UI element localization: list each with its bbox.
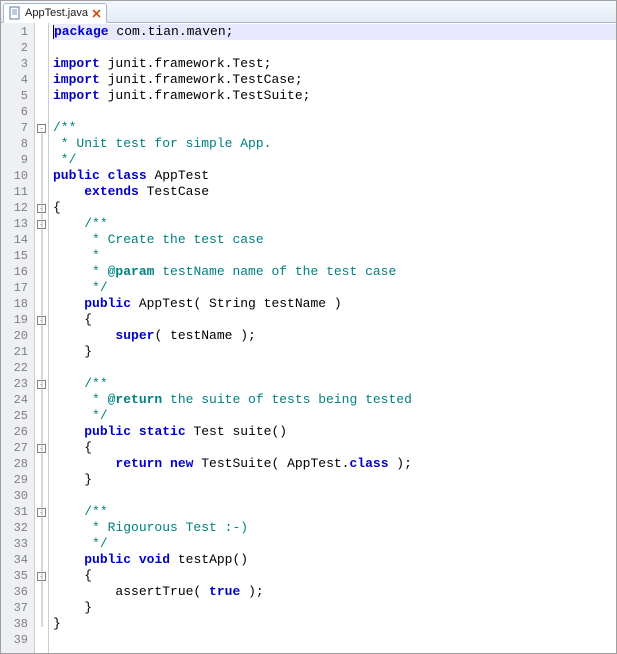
code-line: extends TestCase <box>53 184 616 200</box>
code-line: * Create the test case <box>53 232 616 248</box>
code-line: /** <box>53 376 616 392</box>
editor-tab[interactable]: AppTest.java <box>3 3 107 23</box>
line-number: 28 <box>1 456 34 472</box>
fold-row <box>35 72 48 88</box>
code-line: /** <box>53 120 616 136</box>
code-line: public AppTest( String testName ) <box>53 296 616 312</box>
line-number: 33 <box>1 536 34 552</box>
line-number: 1 <box>1 24 34 40</box>
line-number: 26 <box>1 424 34 440</box>
line-number: 5 <box>1 88 34 104</box>
line-number: 15 <box>1 248 34 264</box>
code-line: { <box>53 200 616 216</box>
code-line: return new TestSuite( AppTest.class ); <box>53 456 616 472</box>
fold-row <box>35 104 48 120</box>
line-number: 2 <box>1 40 34 56</box>
fold-row <box>35 88 48 104</box>
line-number: 36 <box>1 584 34 600</box>
code-line <box>53 40 616 56</box>
line-number: 29 <box>1 472 34 488</box>
line-number: 37 <box>1 600 34 616</box>
code-line: */ <box>53 408 616 424</box>
line-number: 30 <box>1 488 34 504</box>
line-number: 12 <box>1 200 34 216</box>
java-file-icon <box>8 6 22 20</box>
line-number: 25 <box>1 408 34 424</box>
line-number: 31 <box>1 504 34 520</box>
code-line: import junit.framework.TestCase; <box>53 72 616 88</box>
code-line: /** <box>53 216 616 232</box>
code-line: * Rigourous Test :-) <box>53 520 616 536</box>
code-line: public static Test suite() <box>53 424 616 440</box>
code-line: * Unit test for simple App. <box>53 136 616 152</box>
code-line: * @param testName name of the test case <box>53 264 616 280</box>
line-number: 19 <box>1 312 34 328</box>
line-number: 13 <box>1 216 34 232</box>
code-editor[interactable]: 1234567891011121314151617181920212223242… <box>1 23 616 653</box>
code-line: { <box>53 312 616 328</box>
line-number: 27 <box>1 440 34 456</box>
line-number: 16 <box>1 264 34 280</box>
code-line: import junit.framework.TestSuite; <box>53 88 616 104</box>
code-line: } <box>53 344 616 360</box>
line-number: 4 <box>1 72 34 88</box>
line-number: 32 <box>1 520 34 536</box>
line-number: 9 <box>1 152 34 168</box>
code-line: assertTrue( true ); <box>53 584 616 600</box>
code-line: * <box>53 248 616 264</box>
code-line: */ <box>53 152 616 168</box>
line-number: 3 <box>1 56 34 72</box>
line-number: 20 <box>1 328 34 344</box>
line-number: 35 <box>1 568 34 584</box>
code-line: import junit.framework.Test; <box>53 56 616 72</box>
fold-row <box>35 56 48 72</box>
line-number: 11 <box>1 184 34 200</box>
fold-column: -------- <box>35 23 49 653</box>
code-line <box>53 488 616 504</box>
code-line <box>53 104 616 120</box>
line-number: 34 <box>1 552 34 568</box>
code-line: /** <box>53 504 616 520</box>
line-number: 23 <box>1 376 34 392</box>
fold-row <box>35 40 48 56</box>
code-line: public class AppTest <box>53 168 616 184</box>
tab-filename: AppTest.java <box>25 7 88 19</box>
code-area[interactable]: package com.tian.maven; import junit.fra… <box>49 23 616 653</box>
tab-bar: AppTest.java <box>1 1 616 23</box>
code-line <box>53 360 616 376</box>
line-number: 39 <box>1 632 34 648</box>
code-line <box>53 632 616 648</box>
line-number: 18 <box>1 296 34 312</box>
code-line: package com.tian.maven; <box>53 24 616 40</box>
code-line: { <box>53 568 616 584</box>
close-icon[interactable] <box>91 8 102 19</box>
code-line: } <box>53 600 616 616</box>
code-line: } <box>53 472 616 488</box>
fold-row <box>35 24 48 40</box>
code-line: */ <box>53 280 616 296</box>
line-number: 7 <box>1 120 34 136</box>
code-line: public void testApp() <box>53 552 616 568</box>
line-number: 38 <box>1 616 34 632</box>
code-line: super( testName ); <box>53 328 616 344</box>
line-number: 10 <box>1 168 34 184</box>
code-line: */ <box>53 536 616 552</box>
line-number: 17 <box>1 280 34 296</box>
line-number: 22 <box>1 360 34 376</box>
line-number: 8 <box>1 136 34 152</box>
fold-row <box>35 632 48 648</box>
code-line: { <box>53 440 616 456</box>
code-line: } <box>53 616 616 632</box>
line-number: 14 <box>1 232 34 248</box>
line-number: 24 <box>1 392 34 408</box>
line-number: 21 <box>1 344 34 360</box>
code-line: * @return the suite of tests being teste… <box>53 392 616 408</box>
line-number: 6 <box>1 104 34 120</box>
line-number-gutter: 1234567891011121314151617181920212223242… <box>1 23 35 653</box>
